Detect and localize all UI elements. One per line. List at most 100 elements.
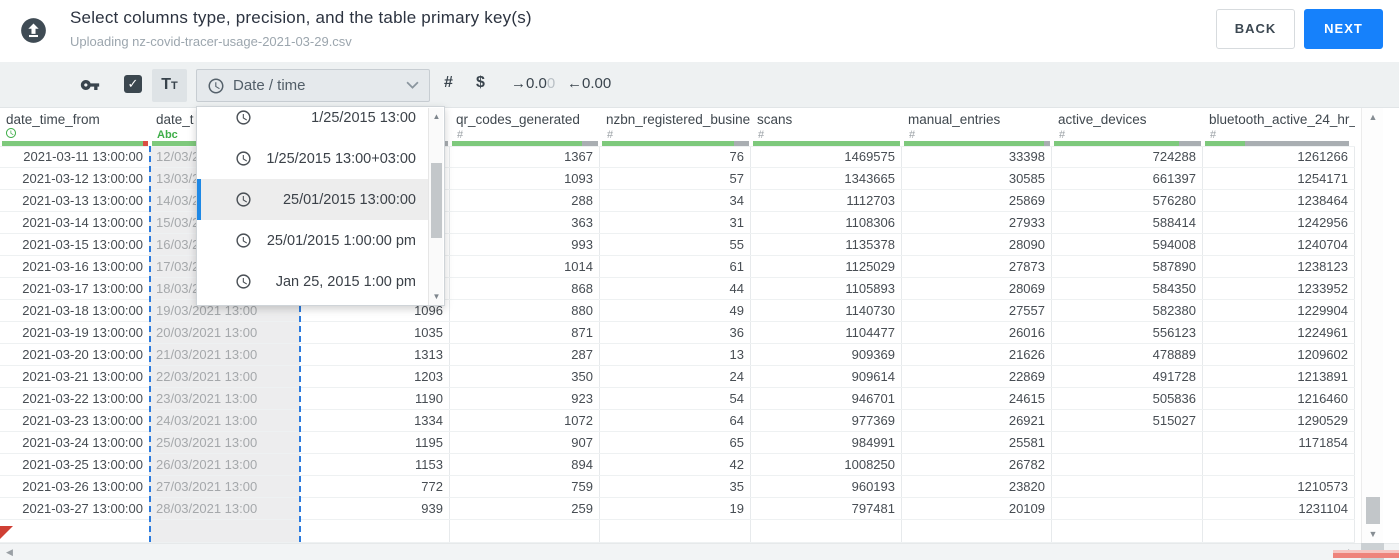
table-cell[interactable]: 2021-03-11 13:00:00 xyxy=(0,146,150,168)
table-cell[interactable]: 36 xyxy=(600,322,751,344)
table-cell[interactable]: 31 xyxy=(600,212,751,234)
table-cell[interactable]: 491728 xyxy=(1052,366,1203,388)
table-cell[interactable]: 49 xyxy=(600,300,751,322)
table-cell[interactable]: 2021-03-20 13:00:00 xyxy=(0,344,150,366)
decrease-precision-button[interactable]: ←0.00 xyxy=(567,75,611,92)
table-cell[interactable]: 594008 xyxy=(1052,234,1203,256)
table-cell[interactable]: 1213891 xyxy=(1203,366,1355,388)
table-cell[interactable]: 1190 xyxy=(300,388,450,410)
table-cell[interactable]: 287 xyxy=(450,344,600,366)
vertical-scrollbar[interactable]: ▲ ▼ xyxy=(1361,108,1383,543)
table-cell[interactable]: 259 xyxy=(450,498,600,520)
table-cell[interactable]: 960193 xyxy=(751,476,902,498)
table-cell[interactable]: 587890 xyxy=(1052,256,1203,278)
date-format-option[interactable]: 25/01/2015 1:00:00 pm xyxy=(197,220,430,261)
scroll-up-icon[interactable]: ▲ xyxy=(1362,112,1384,122)
column-type-select[interactable]: Date / time xyxy=(196,69,430,102)
date-format-option[interactable]: Jan 25, 2015 1:00 pm xyxy=(197,261,430,302)
table-cell[interactable]: 1216460 xyxy=(1203,388,1355,410)
increase-precision-button[interactable]: →0.00 xyxy=(511,75,555,92)
table-cell[interactable]: 1210573 xyxy=(1203,476,1355,498)
table-cell[interactable]: 1072 xyxy=(450,410,600,432)
table-cell[interactable]: 28/03/2021 13:00 xyxy=(150,498,300,520)
column-header-scans[interactable]: scans # xyxy=(751,108,902,141)
table-cell[interactable]: 25581 xyxy=(902,432,1052,454)
table-cell[interactable]: 894 xyxy=(450,454,600,476)
table-cell[interactable]: 1231104 xyxy=(1203,498,1355,520)
table-cell[interactable]: 2021-03-15 13:00:00 xyxy=(0,234,150,256)
table-cell[interactable]: 2021-03-17 13:00:00 xyxy=(0,278,150,300)
table-cell[interactable]: 28090 xyxy=(902,234,1052,256)
table-cell[interactable]: 2021-03-23 13:00:00 xyxy=(0,410,150,432)
table-cell[interactable]: 1108306 xyxy=(751,212,902,234)
table-cell[interactable]: 20109 xyxy=(902,498,1052,520)
table-cell[interactable]: 880 xyxy=(450,300,600,322)
table-cell[interactable]: 2021-03-26 13:00:00 xyxy=(0,476,150,498)
table-cell[interactable]: 27/03/2021 13:00 xyxy=(150,476,300,498)
table-cell[interactable]: 1153 xyxy=(300,454,450,476)
table-cell[interactable]: 23820 xyxy=(902,476,1052,498)
table-cell[interactable]: 2021-03-19 13:00:00 xyxy=(0,322,150,344)
table-cell[interactable]: 1224961 xyxy=(1203,322,1355,344)
table-cell[interactable]: 1171854 xyxy=(1203,432,1355,454)
popup-scrollbar[interactable]: ▲ ▼ xyxy=(428,108,443,305)
horizontal-scrollbar[interactable]: ◀ ▶ xyxy=(0,543,1399,560)
table-cell[interactable]: 1140730 xyxy=(751,300,902,322)
scroll-left-icon[interactable]: ◀ xyxy=(6,547,13,558)
table-cell[interactable]: 2021-03-21 13:00:00 xyxy=(0,366,150,388)
table-cell[interactable]: 478889 xyxy=(1052,344,1203,366)
table-cell[interactable]: 661397 xyxy=(1052,168,1203,190)
table-cell[interactable]: 44 xyxy=(600,278,751,300)
number-type-button[interactable]: # xyxy=(444,74,453,92)
column-header-qr_codes_generated[interactable]: qr_codes_generated # xyxy=(450,108,600,141)
table-cell[interactable]: 42 xyxy=(600,454,751,476)
table-cell[interactable]: 1135378 xyxy=(751,234,902,256)
date-format-option[interactable]: 1/25/2015 13:00 xyxy=(197,107,430,138)
table-cell[interactable]: 2021-03-18 13:00:00 xyxy=(0,300,150,322)
date-format-option[interactable]: 1/25/2015 13:00+03:00 xyxy=(197,138,430,179)
table-cell[interactable]: 24/03/2021 13:00 xyxy=(150,410,300,432)
next-button[interactable]: NEXT xyxy=(1304,9,1383,49)
scroll-down-icon[interactable]: ▼ xyxy=(1362,529,1384,539)
table-cell[interactable]: 26016 xyxy=(902,322,1052,344)
table-cell[interactable]: 61 xyxy=(600,256,751,278)
table-cell[interactable]: 1104477 xyxy=(751,322,902,344)
table-cell[interactable]: 1254171 xyxy=(1203,168,1355,190)
table-cell[interactable]: 64 xyxy=(600,410,751,432)
table-cell[interactable]: 797481 xyxy=(751,498,902,520)
table-cell[interactable]: 350 xyxy=(450,366,600,388)
table-cell[interactable]: 26921 xyxy=(902,410,1052,432)
table-cell[interactable] xyxy=(1052,476,1203,498)
table-cell[interactable]: 25869 xyxy=(902,190,1052,212)
table-cell[interactable]: 1242956 xyxy=(1203,212,1355,234)
column-header-bluetooth_active_24_hr_[interactable]: bluetooth_active_24_hr_ # xyxy=(1203,108,1355,141)
table-cell[interactable]: 556123 xyxy=(1052,322,1203,344)
table-cell[interactable]: 1014 xyxy=(450,256,600,278)
table-cell[interactable]: 1209602 xyxy=(1203,344,1355,366)
table-cell[interactable]: 1343665 xyxy=(751,168,902,190)
table-cell[interactable]: 21/03/2021 13:00 xyxy=(150,344,300,366)
table-cell[interactable]: 27933 xyxy=(902,212,1052,234)
table-cell[interactable]: 772 xyxy=(300,476,450,498)
table-cell[interactable]: 27873 xyxy=(902,256,1052,278)
text-type-button[interactable]: Tt xyxy=(152,69,187,102)
table-cell[interactable]: 24615 xyxy=(902,388,1052,410)
table-cell[interactable]: 939 xyxy=(300,498,450,520)
table-cell[interactable]: 907 xyxy=(450,432,600,454)
table-cell[interactable]: 1240704 xyxy=(1203,234,1355,256)
table-cell[interactable]: 515027 xyxy=(1052,410,1203,432)
table-cell[interactable] xyxy=(1052,498,1203,520)
table-cell[interactable]: 2021-03-14 13:00:00 xyxy=(0,212,150,234)
table-cell[interactable]: 13 xyxy=(600,344,751,366)
table-cell[interactable] xyxy=(1203,454,1355,476)
table-cell[interactable]: 582380 xyxy=(1052,300,1203,322)
table-cell[interactable]: 1313 xyxy=(300,344,450,366)
table-cell[interactable]: 22/03/2021 13:00 xyxy=(150,366,300,388)
table-cell[interactable]: 909369 xyxy=(751,344,902,366)
date-format-option[interactable]: 25/01/2015 13:00:00 xyxy=(197,179,430,220)
table-cell[interactable]: 28069 xyxy=(902,278,1052,300)
table-cell[interactable]: 363 xyxy=(450,212,600,234)
table-cell[interactable]: 584350 xyxy=(1052,278,1203,300)
table-cell[interactable]: 923 xyxy=(450,388,600,410)
table-cell[interactable]: 27557 xyxy=(902,300,1052,322)
